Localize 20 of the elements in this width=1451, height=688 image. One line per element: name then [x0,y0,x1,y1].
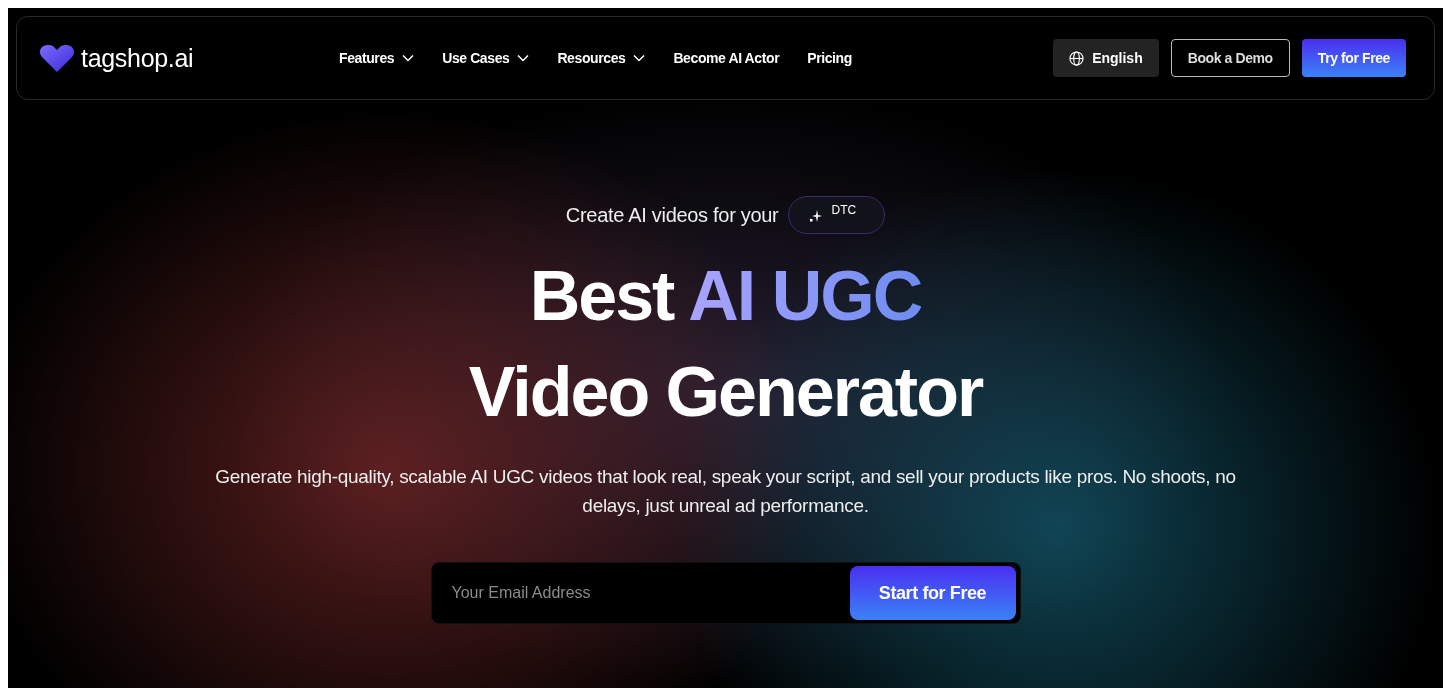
nav-link[interactable]: Use Cases [442,50,530,66]
heart-logo-icon [39,43,75,73]
book-demo-button[interactable]: Book a Demo [1170,39,1290,77]
nav-link[interactable]: Pricing [807,50,852,66]
nav-link[interactable]: Resources [557,50,646,66]
headline: Video Generator [468,352,983,433]
chevron-down-icon [517,54,530,62]
hero-description: Generate high-quality, scalable AI UGC videos that look real, speak your script, and sell your products like pros. No shoots, no delays, just unreal ad performance. [214,465,1237,518]
chevron-down-icon [402,54,415,62]
rotating-tag: DTC [788,196,886,234]
start-free-button[interactable]: Start for Free [849,566,1016,620]
nav-link[interactable]: Become AI Actor [673,50,780,66]
globe-icon [1069,50,1085,66]
brand-name[interactable]: tagshop.ai [81,43,194,73]
email-input-field[interactable]: Your Email Address [435,583,850,603]
try-free-button[interactable]: Try for Free [1301,39,1406,77]
intro-text: Create AI videos for your [565,203,779,227]
language-button[interactable]: English [1053,39,1159,77]
nav-link[interactable]: Features [339,50,415,66]
chevron-down-icon [633,54,646,62]
